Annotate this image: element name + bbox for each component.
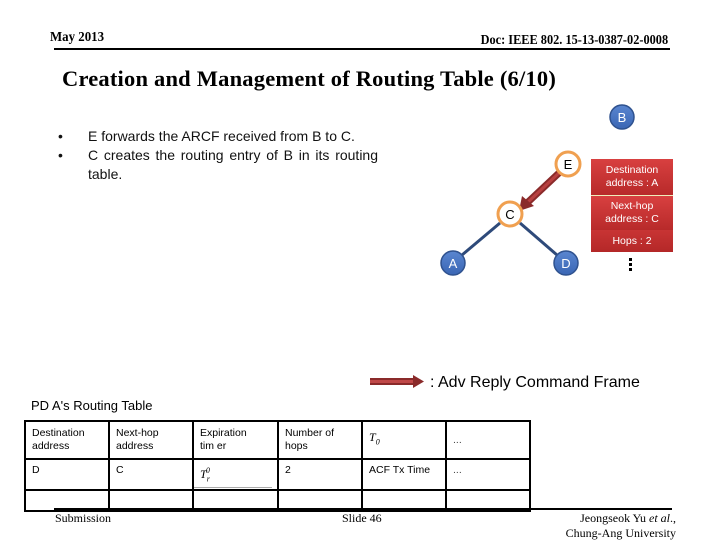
node-e[interactable]: E [554,150,582,178]
continuation-dots [629,258,632,271]
footer-author: Jeongseok Yu et al., Chung-Ang Universit… [566,511,676,541]
info-next-hop: Next-hop address : C [591,196,673,230]
info-next-hop-label: Next-hop [610,200,654,212]
link-c-a [461,221,501,257]
header-t0: T0 [361,420,447,460]
cell-next-hop: C [108,458,194,491]
cell-dest: D [24,458,110,491]
node-d[interactable]: D [553,250,579,276]
footer-affiliation: Chung-Ang University [565,526,676,540]
legend-arrow-icon [370,375,424,388]
info-destination: Destination address : A [591,159,673,196]
footer-rule [54,508,672,510]
footer-author-etal: et al [649,511,670,525]
info-hops: Hops : 2 [591,230,673,252]
node-c[interactable]: C [496,200,524,228]
node-label: C [505,207,514,222]
header-next-hop: Next-hop address [108,420,194,460]
header-destination: Destination address [24,420,110,460]
routing-table: Destination address Next-hop address Expir… [24,420,531,512]
cell-t0: ACF Tx Time [361,458,447,491]
table-row: D C Tr0 2 ACF Tx Time ... [24,458,531,491]
link-c-d [519,221,558,257]
table-header-row: Destination address Next-hop address Expir… [24,420,531,460]
node-b[interactable]: B [609,104,635,130]
info-destination-label: Destination [605,164,659,176]
info-destination-value: address : A [605,177,659,189]
frame-arrow-e-to-c [519,169,563,211]
node-label: D [561,256,570,271]
node-a[interactable]: A [440,250,466,276]
cell-hops: 2 [277,458,363,491]
info-next-hop-value: address : C [605,213,659,225]
footer-author-name: Jeongseok Yu [580,511,649,525]
node-label: E [564,157,573,172]
header-more: ... [445,420,531,460]
routing-entry-info-box: Destination address : A Next-hop address… [591,159,673,252]
header-expiration: Expiration tim er [192,420,279,460]
node-label: B [618,110,627,125]
node-label: A [449,256,458,271]
cell-more: ... [445,458,531,491]
legend-label: : Adv Reply Command Frame [430,374,640,391]
routing-table-title: PD A's Routing Table [31,398,153,413]
footer-submission: Submission [55,511,112,525]
footer-slide-number: Slide 46 [342,511,382,525]
header-hops: Number of hops [277,420,363,460]
cell-timer: Tr0 [192,458,279,491]
footer-author-suffix: ., [670,511,676,525]
